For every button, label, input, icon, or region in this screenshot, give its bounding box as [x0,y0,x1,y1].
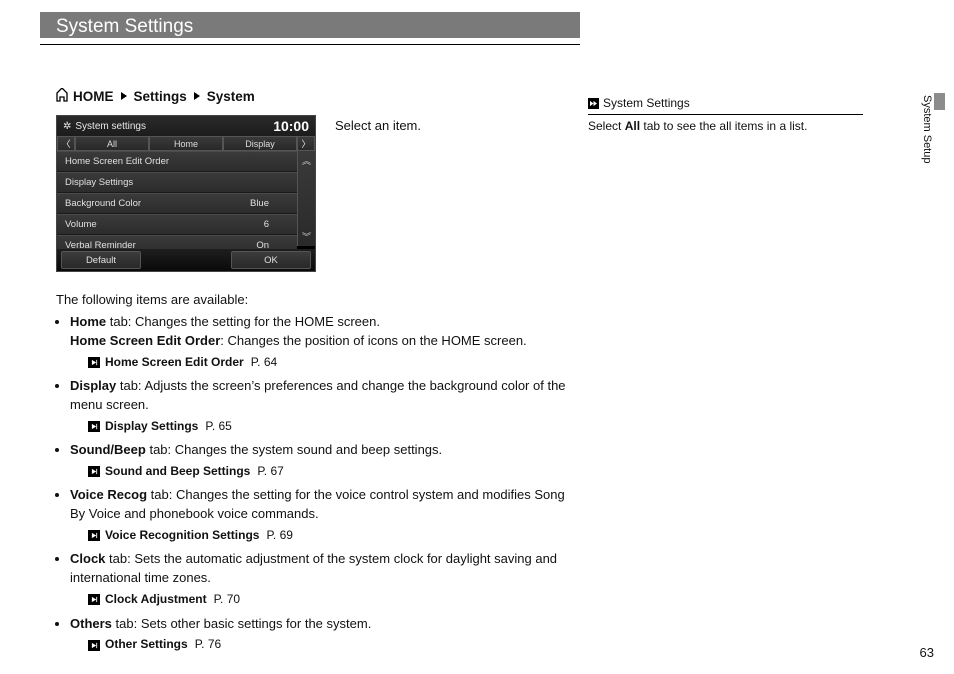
breadcrumb-leaf: System [207,89,255,104]
list-item[interactable]: Home Screen Edit Order [57,151,297,172]
breadcrumb: HOME Settings System [56,88,576,105]
screenshot-tab[interactable]: Home [149,136,223,151]
breadcrumb-root: HOME [73,89,114,104]
scrollbar[interactable]: ︽ ︾ [297,151,315,246]
title-underline [40,44,580,47]
screenshot-clock: 10:00 [273,118,309,134]
xref-icon [88,466,100,477]
item-others: Others tab: Sets other basic settings fo… [70,615,576,654]
scroll-up-icon[interactable]: ︽ [302,154,311,167]
sidebar-note-header: System Settings [588,95,863,115]
chevron-right-icon [119,89,129,104]
screenshot-list: Home Screen Edit Order Display Settings … [57,151,297,246]
list-item[interactable]: Display Settings [57,172,297,193]
xref-icon [88,421,100,432]
gear-icon: ✲ [63,121,71,132]
page-number: 63 [920,645,934,660]
item-list: Home tab: Changes the setting for the HO… [56,313,576,654]
item-clock: Clock tab: Sets the automatic adjustment… [70,550,576,608]
xref-icon [88,357,100,368]
default-button[interactable]: Default [61,251,141,269]
section-tab-label: System Setup [921,95,933,163]
xref-sound-beep-settings: Sound and Beep Settings P. 67 [88,463,576,480]
sidebar-note-title: System Settings [603,95,690,112]
screenshot-header: ✲ System settings 10:00 [57,116,315,136]
item-sound-beep: Sound/Beep tab: Changes the system sound… [70,441,576,480]
item-display: Display tab: Adjusts the screen’s prefer… [70,377,576,435]
screenshot-tabs: 〈 All Home Display 〉 [57,136,315,151]
list-item[interactable]: Volume6 [57,214,297,235]
chevron-right-icon [192,89,202,104]
xref-icon [88,594,100,605]
xref-other-settings: Other Settings P. 76 [88,636,576,653]
sidebar-note-body: Select All tab to see the all items in a… [588,118,863,135]
item-voice-recog: Voice Recog tab: Changes the setting for… [70,486,576,544]
scroll-down-icon[interactable]: ︾ [302,230,311,243]
note-icon [588,98,599,109]
screenshot-tab[interactable]: Display [223,136,297,151]
xref-clock-adjustment: Clock Adjustment P. 70 [88,591,576,608]
section-tab: System Setup [918,95,936,185]
xref-voice-recognition-settings: Voice Recognition Settings P. 69 [88,527,576,544]
list-item[interactable]: Background ColorBlue [57,193,297,214]
page-title: System Settings [56,16,193,37]
home-icon [56,88,68,105]
xref-icon [88,640,100,651]
intro-text: The following items are available: [56,292,576,307]
ok-button[interactable]: OK [231,251,311,269]
sidebar-note: System Settings Select All tab to see th… [588,95,863,136]
screenshot-tab[interactable]: All [75,136,149,151]
xref-display-settings: Display Settings P. 65 [88,418,576,435]
screenshot-title: System settings [75,121,273,132]
select-instruction: Select an item. [335,118,421,133]
breadcrumb-mid: Settings [134,89,187,104]
page-title-bar: System Settings [40,12,580,38]
screenshot-footer: Default OK [57,249,315,271]
tab-right-arrow[interactable]: 〉 [297,136,315,151]
tab-left-arrow[interactable]: 〈 [57,136,75,151]
xref-home-screen-edit-order: Home Screen Edit Order P. 64 [88,354,576,371]
xref-icon [88,530,100,541]
device-screenshot: ✲ System settings 10:00 〈 All Home Displ… [56,115,316,272]
item-home: Home tab: Changes the setting for the HO… [70,313,576,371]
